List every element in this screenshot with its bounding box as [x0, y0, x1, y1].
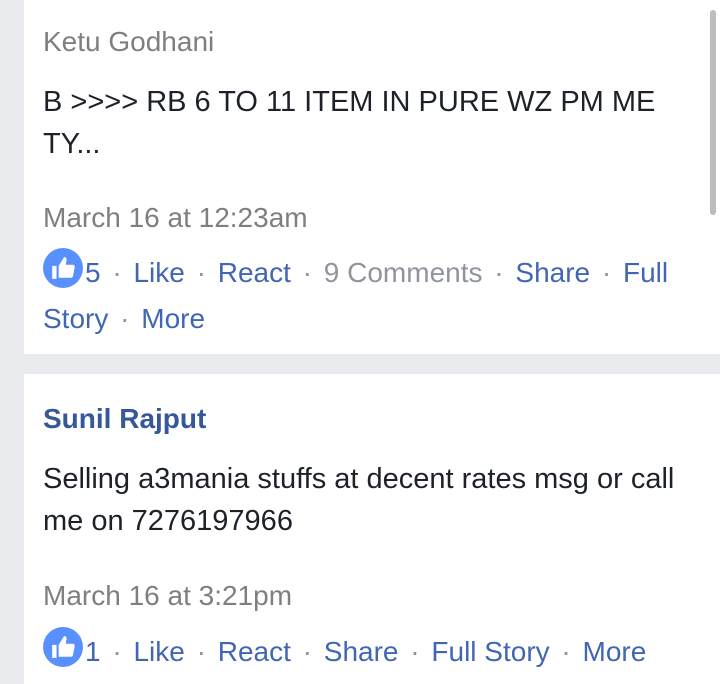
comments-link[interactable]: 9 Comments	[324, 257, 483, 288]
post-author[interactable]: Sunil Rajput	[43, 402, 206, 436]
like-count[interactable]: 1	[85, 636, 101, 667]
separator-dot: ·	[410, 636, 420, 667]
news-feed: Ketu Godhani B >>>> RB 6 TO 11 ITEM IN P…	[0, 0, 720, 684]
separator-dot: ·	[302, 636, 312, 667]
separator-dot: ·	[112, 636, 122, 667]
scrollbar[interactable]	[710, 10, 716, 215]
separator-dot: ·	[112, 257, 122, 288]
react-link[interactable]: React	[218, 257, 291, 288]
separator-dot: ·	[561, 636, 571, 667]
more-link[interactable]: More	[141, 303, 205, 334]
post-timestamp[interactable]: March 16 at 3:21pm	[43, 579, 292, 613]
separator-dot: ·	[302, 257, 312, 288]
full-story-link[interactable]: Full Story	[431, 636, 549, 667]
post-card: Sunil Rajput Selling a3mania stuffs at d…	[24, 374, 720, 684]
post-action-bar: 5 · Like · React · 9 Comments · Share · …	[43, 248, 693, 342]
react-link[interactable]: React	[218, 636, 291, 667]
separator-dot: ·	[196, 636, 206, 667]
more-link[interactable]: More	[583, 636, 647, 667]
separator-dot: ·	[120, 303, 130, 334]
post-text: B >>>> RB 6 TO 11 ITEM IN PURE WZ PM ME …	[43, 86, 656, 160]
post-timestamp[interactable]: March 16 at 12:23am	[43, 201, 308, 235]
like-count[interactable]: 5	[85, 257, 101, 288]
post-text: Selling a3mania stuffs at decent rates m…	[43, 463, 675, 537]
post-action-bar: 1 · Like · React · Share · Full Story · …	[43, 627, 693, 675]
post-author[interactable]: Ketu Godhani	[43, 25, 214, 59]
separator-dot: ·	[601, 257, 612, 288]
thumbs-up-icon[interactable]	[43, 627, 83, 667]
separator-dot: ·	[494, 257, 504, 288]
like-link[interactable]: Like	[133, 636, 184, 667]
share-link[interactable]: Share	[515, 257, 590, 288]
thumbs-up-icon[interactable]	[43, 248, 83, 288]
like-link[interactable]: Like	[133, 257, 184, 288]
share-link[interactable]: Share	[324, 636, 399, 667]
post-card: Ketu Godhani B >>>> RB 6 TO 11 ITEM IN P…	[24, 0, 720, 354]
separator-dot: ·	[196, 257, 206, 288]
